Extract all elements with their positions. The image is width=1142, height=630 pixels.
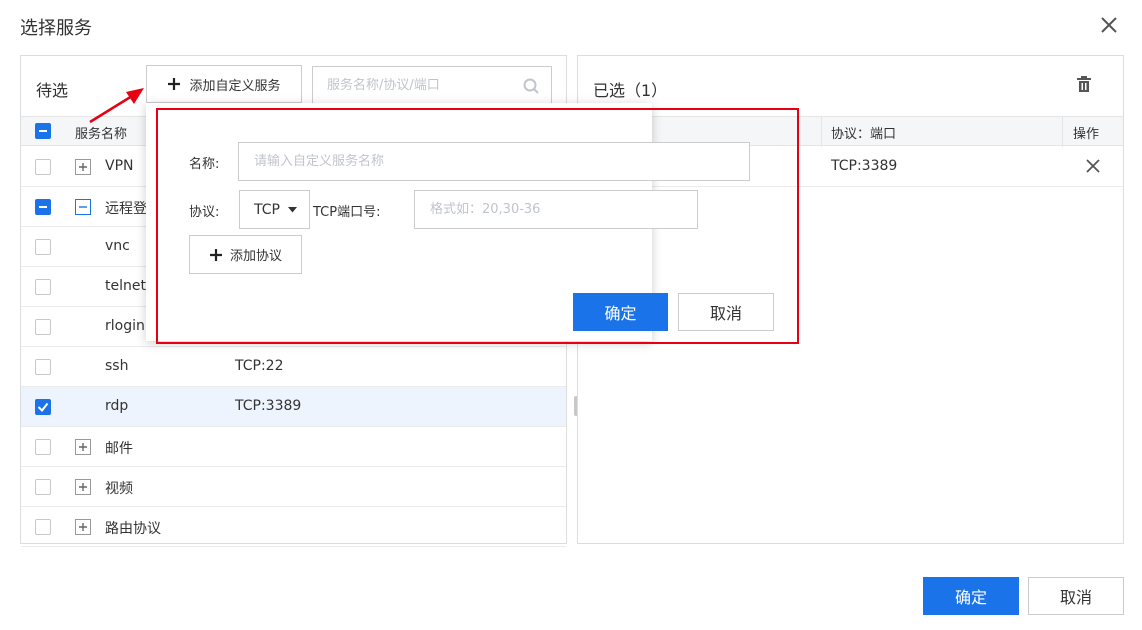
expand-icon[interactable] [75,479,91,495]
popover-cancel-button[interactable]: 取消 [678,293,774,331]
table-row[interactable]: 视频 [21,467,566,507]
row-service-name: telnet [105,278,146,294]
plus-icon [168,78,181,90]
service-name-input[interactable] [238,142,750,181]
add-custom-label: 添加自定义服务 [189,78,281,94]
row-service-name: vnc [105,238,130,254]
row-checkbox[interactable] [35,439,51,455]
table-row[interactable]: rdp TCP:3389 [21,387,566,427]
expand-icon[interactable] [75,439,91,455]
table-row[interactable]: 邮件 [21,427,566,467]
row-checkbox[interactable] [35,279,51,295]
expand-icon[interactable] [75,519,91,535]
close-icon[interactable] [1098,14,1120,36]
cancel-button[interactable]: 取消 [1028,577,1124,615]
dialog-title: 选择服务 [20,18,92,39]
selected-title: 已选（1） [593,81,668,100]
select-all-checkbox[interactable] [35,123,51,139]
collapse-icon[interactable] [75,199,91,215]
row-checkbox[interactable] [35,239,51,255]
add-custom-service-button[interactable]: 添加自定义服务 [146,65,302,103]
add-protocol-label: 添加协议 [229,249,282,264]
remove-icon[interactable] [1086,159,1100,173]
row-protocol: TCP:22 [235,358,284,374]
row-checkbox[interactable] [35,319,51,335]
popover-confirm-button[interactable]: 确定 [573,293,668,331]
selected-protocol: TCP:3389 [831,158,898,174]
search-box[interactable] [312,66,552,104]
row-service-name: 远程登 [105,201,147,217]
row-service-name: 视频 [105,481,133,497]
row-service-name: rdp [105,398,129,414]
row-checkbox[interactable] [35,399,51,415]
expand-icon[interactable] [75,159,91,175]
caret-down-icon [287,206,297,212]
table-row[interactable]: ssh TCP:22 [21,347,566,387]
available-title: 待选 [36,81,69,100]
add-protocol-button[interactable]: 添加协议 [189,235,302,274]
row-checkbox[interactable] [35,199,51,215]
protocol-label: 协议: [189,205,220,220]
port-input[interactable] [414,190,698,229]
column-protocol-port: 协议：端口 [831,127,897,142]
row-checkbox[interactable] [35,519,51,535]
row-protocol: TCP:3389 [235,398,302,414]
row-service-name: rlogin [105,318,145,334]
row-checkbox[interactable] [35,479,51,495]
protocol-value: TCP [254,201,280,218]
column-action: 操作 [1073,127,1100,142]
row-checkbox[interactable] [35,359,51,375]
search-icon[interactable] [523,78,539,94]
name-label: 名称: [189,157,220,172]
confirm-button[interactable]: 确定 [923,577,1019,615]
port-label: TCP端口号: [313,205,381,220]
row-checkbox[interactable] [35,159,51,175]
trash-icon[interactable] [1077,76,1091,92]
row-service-name: 路由协议 [105,521,161,537]
protocol-select[interactable]: TCP [239,190,310,229]
row-service-name: VPN [105,158,134,174]
table-row[interactable]: 路由协议 [21,507,566,547]
row-service-name: 邮件 [105,441,133,457]
column-service-name: 服务名称 [75,127,128,142]
row-service-name: ssh [105,358,129,374]
search-input[interactable] [327,67,517,103]
plus-icon [209,248,222,261]
